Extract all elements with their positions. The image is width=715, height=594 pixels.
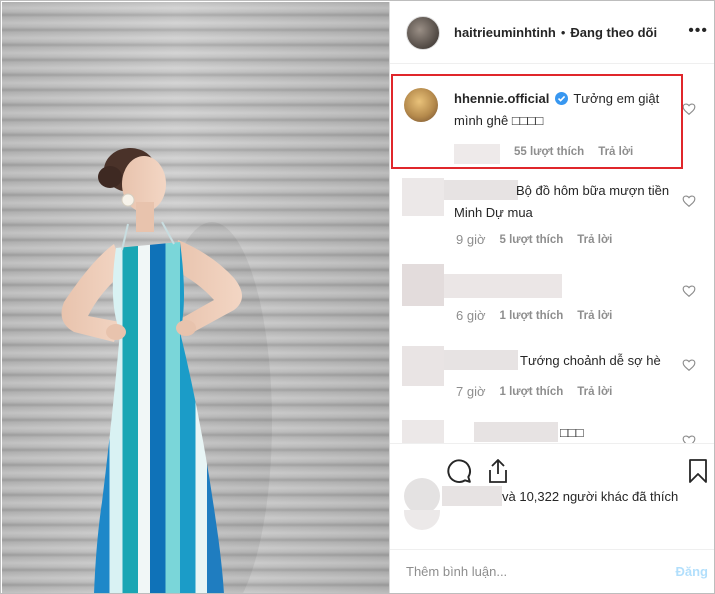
heart-icon[interactable] xyxy=(682,358,696,372)
likes-summary: và 10,322 người khác đã thích xyxy=(390,478,714,530)
comment-time: 7 giờ xyxy=(456,384,486,399)
reply-button[interactable]: Trả lời xyxy=(577,234,612,246)
comment-meta: 55 lượt thích Trả lời xyxy=(514,146,633,158)
commenter-avatar-blurred xyxy=(402,178,444,216)
blurred-username xyxy=(474,422,558,442)
verified-badge-icon xyxy=(554,92,568,105)
photo-subject xyxy=(61,148,272,593)
share-icon[interactable] xyxy=(486,458,510,484)
liker-avatar-blurred xyxy=(404,510,440,530)
reply-button[interactable]: Trả lời xyxy=(577,310,612,322)
post-actions-bar xyxy=(390,443,714,489)
author-avatar[interactable] xyxy=(406,15,440,50)
like-count[interactable]: 1 lượt thích xyxy=(500,310,564,322)
bookmark-icon[interactable] xyxy=(688,458,708,484)
comment-bubble-icon[interactable] xyxy=(446,458,472,484)
comment-time: 9 giờ xyxy=(456,232,486,247)
post-details-panel: haitrieuminhtinh • Đang theo dõi ••• hhe… xyxy=(389,2,714,593)
instagram-post-window: haitrieuminhtinh • Đang theo dõi ••• hhe… xyxy=(0,0,715,594)
blurred-liker-name xyxy=(442,486,502,506)
ellipsis-icon[interactable]: ••• xyxy=(688,23,708,39)
reply-button[interactable]: Trả lời xyxy=(577,386,612,398)
comment-item: hhennie.official Tưởng em giật mình ghê … xyxy=(390,78,714,170)
comment-meta: 7 giờ 1 lượt thích Trả lời xyxy=(456,384,612,399)
post-comment-button[interactable]: Đăng xyxy=(676,564,709,579)
commenter-avatar-blurred xyxy=(402,346,444,386)
comment-emoji: □□□□ xyxy=(511,113,544,128)
blurred-username xyxy=(444,274,562,298)
comment-meta: 6 giờ 1 lượt thích Trả lời xyxy=(456,308,612,323)
comment-meta: 9 giờ 5 lượt thích Trả lời xyxy=(456,232,612,247)
reply-button[interactable]: Trả lời xyxy=(598,146,633,158)
heart-icon[interactable] xyxy=(682,194,696,208)
comment-time: 6 giờ xyxy=(456,308,486,323)
comment-text: □□□ xyxy=(560,425,584,440)
like-count[interactable]: 55 lượt thích xyxy=(514,146,584,158)
commenter-username[interactable]: hhennie.official xyxy=(454,91,549,106)
heart-icon[interactable] xyxy=(682,102,696,116)
commenter-avatar-blurred xyxy=(402,264,444,306)
like-count[interactable]: 5 lượt thích xyxy=(500,234,564,246)
comment-input[interactable]: Thêm bình luận... xyxy=(406,564,507,579)
add-comment-bar: Thêm bình luận... Đăng xyxy=(390,549,714,593)
liker-avatar-blurred xyxy=(404,478,440,514)
comment-text: Tướng choảnh dễ sợ hè xyxy=(520,353,661,368)
comment-item: 6 giờ 1 lượt thích Trả lời xyxy=(390,262,714,334)
commenter-avatar[interactable] xyxy=(404,88,438,122)
heart-icon[interactable] xyxy=(682,284,696,298)
post-header: haitrieuminhtinh • Đang theo dõi ••• xyxy=(390,2,714,64)
following-status-button[interactable]: Đang theo dõi xyxy=(570,25,657,40)
like-count[interactable]: 1 lượt thích xyxy=(500,386,564,398)
comment-item: Bộ đồ hôm bữa mượn tiền Minh Dự mua 9 gi… xyxy=(390,174,714,260)
commenter-avatar-blurred xyxy=(402,420,444,444)
comment-item: □□□ xyxy=(390,416,714,444)
likes-count-text[interactable]: và 10,322 người khác đã thích xyxy=(502,489,678,504)
blurred-region xyxy=(454,144,500,164)
comment-item: Tướng choảnh dễ sợ hè 7 giờ 1 lượt thích… xyxy=(390,346,714,412)
author-username[interactable]: haitrieuminhtinh xyxy=(454,25,556,40)
post-photo xyxy=(2,2,389,593)
separator-dot: • xyxy=(560,25,566,40)
comment-text: Bộ đồ hôm bữa mượn tiền Minh Dự mua xyxy=(454,183,670,220)
